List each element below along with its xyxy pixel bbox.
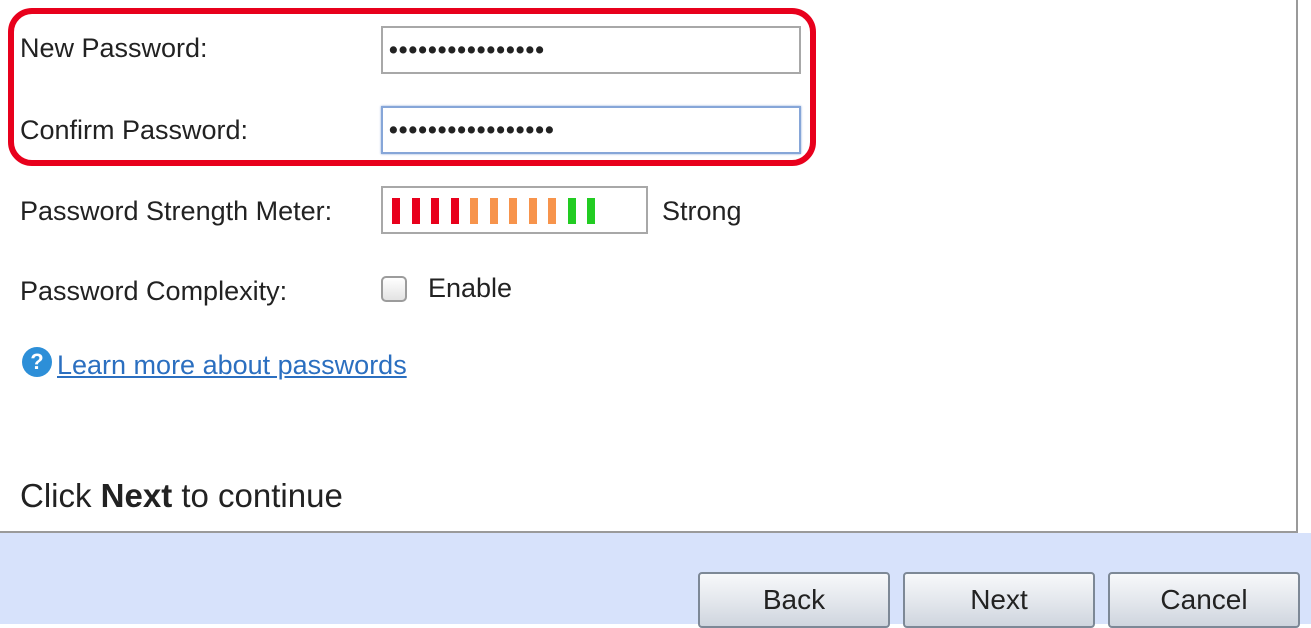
strength-bar: [509, 198, 517, 224]
learn-more-link[interactable]: Learn more about passwords: [57, 349, 407, 381]
instruction-prefix: Click: [20, 477, 101, 514]
strength-meter-label: Password Strength Meter:: [20, 196, 333, 226]
back-button[interactable]: Back: [698, 572, 890, 628]
next-button[interactable]: Next: [903, 572, 1095, 628]
strength-bar: [470, 198, 478, 224]
strength-bar: [431, 198, 439, 224]
strength-bar: [528, 198, 537, 224]
strength-meter: [381, 186, 648, 234]
strength-bar: [489, 198, 498, 224]
continue-instruction: Click Next to continue: [20, 477, 343, 515]
confirm-password-field[interactable]: •••••••••••••••••: [381, 106, 801, 154]
new-password-field[interactable]: ••••••••••••••••: [381, 26, 801, 74]
instruction-next-bold: Next: [100, 477, 173, 514]
strength-bar: [450, 198, 459, 224]
cancel-button[interactable]: Cancel: [1108, 572, 1300, 628]
wizard-panel: New Password: •••••••••••••••• Confirm P…: [0, 0, 1298, 533]
complexity-enable-checkbox[interactable]: [381, 276, 407, 302]
strength-bar: [567, 198, 576, 224]
question-icon[interactable]: ?: [22, 347, 52, 377]
strength-result: Strong: [662, 196, 742, 226]
strength-bar: [587, 198, 595, 224]
confirm-password-label: Confirm Password:: [20, 115, 249, 145]
strength-bar: [411, 198, 420, 224]
complexity-label: Password Complexity:: [20, 276, 288, 306]
new-password-label: New Password:: [20, 33, 208, 63]
complexity-enable-label[interactable]: Enable: [428, 272, 512, 304]
strength-bar: [548, 198, 556, 224]
strength-bar: [392, 198, 400, 224]
wizard-footer: Back Next Cancel: [0, 533, 1311, 628]
instruction-suffix: to continue: [172, 477, 343, 514]
